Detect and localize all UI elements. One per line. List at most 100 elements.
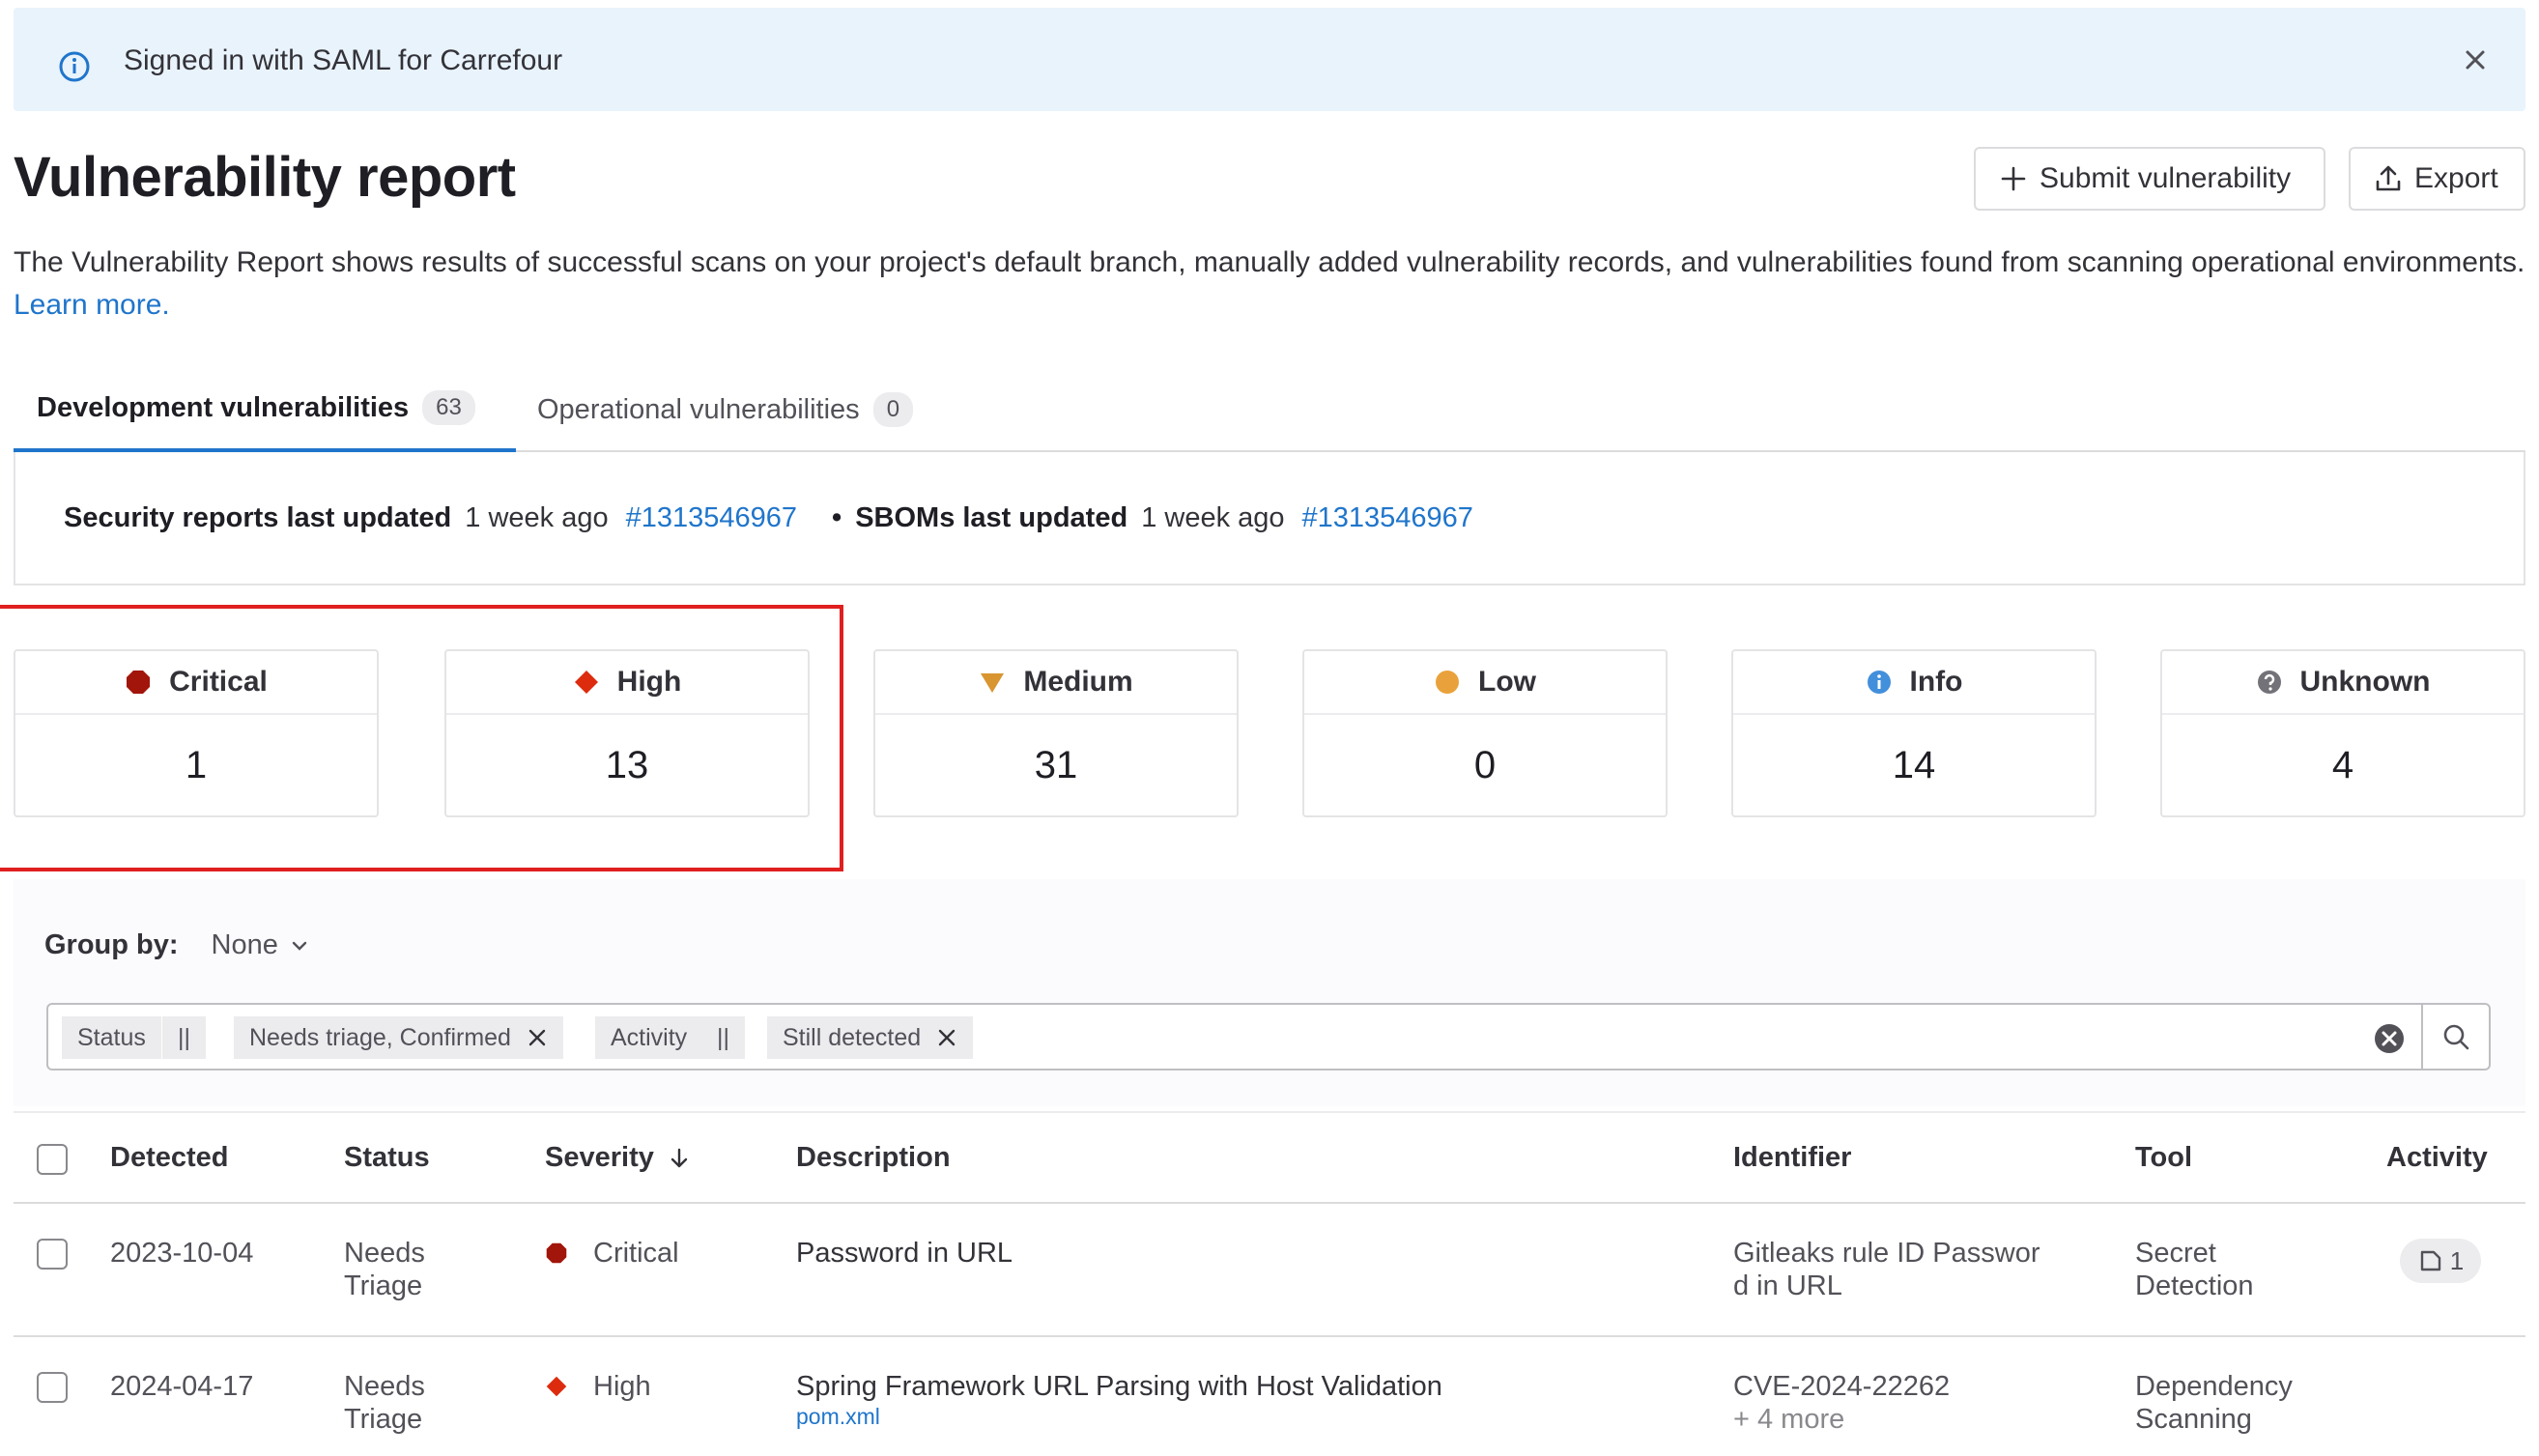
security-reports-time: 1 week ago [465, 501, 609, 533]
severity-cell: Critical [545, 1237, 679, 1270]
close-icon[interactable] [527, 1027, 548, 1048]
tool-line: Scanning [2135, 1404, 2252, 1435]
saml-banner: Signed in with SAML for Carrefour [14, 8, 2525, 111]
severity-card-info[interactable]: Info 14 [1731, 649, 2097, 817]
filter-token-status[interactable]: Status [62, 1016, 161, 1059]
filter-token-status-value[interactable]: Needs triage, Confirmed [234, 1016, 563, 1059]
vulnerability-title-link[interactable]: Password in URL [796, 1237, 1013, 1270]
plus-icon [2001, 166, 2026, 191]
column-identifier[interactable]: Identifier [1733, 1142, 1851, 1174]
file-link[interactable]: pom.xml [796, 1403, 1442, 1430]
separator-dot: • [832, 501, 842, 533]
token-text: || [178, 1023, 190, 1051]
column-severity[interactable]: Severity [545, 1142, 691, 1174]
tool-line: Detection [2135, 1270, 2254, 1301]
severity-card-low[interactable]: Low 0 [1302, 649, 1668, 817]
token-text: Needs triage, Confirmed [249, 1023, 511, 1051]
group-by-dropdown[interactable]: None [212, 929, 309, 961]
sboms-label: SBOMs last updated [855, 501, 1128, 533]
vulnerability-title-link[interactable]: Spring Framework URL Parsing with Host V… [796, 1370, 1442, 1403]
severity-label: Info [1909, 666, 1963, 698]
activity-badge[interactable]: 1 [2400, 1239, 2481, 1283]
high-icon [546, 1376, 567, 1397]
row-checkbox[interactable] [37, 1372, 68, 1403]
status-cell: Needs Triage [344, 1237, 425, 1302]
select-all-checkbox[interactable] [37, 1144, 68, 1175]
submit-vulnerability-label: Submit vulnerability [2040, 162, 2292, 194]
tool-line: Dependency [2135, 1371, 2293, 1402]
severity-card-header: Medium [875, 651, 1237, 715]
tab-development-vulnerabilities[interactable]: Development vulnerabilities 63 [14, 367, 516, 452]
issue-icon [2420, 1250, 2440, 1271]
tab-count-badge: 0 [872, 392, 914, 427]
filtered-search-bar[interactable]: Status || Needs triage, Confirmed Activi… [46, 1003, 2491, 1071]
column-severity-label: Severity [545, 1142, 654, 1173]
chevron-down-icon [292, 941, 307, 951]
detected-date: 2024-04-17 [110, 1371, 254, 1402]
identifier-more[interactable]: + 4 more [1733, 1403, 1950, 1436]
close-icon[interactable] [936, 1027, 957, 1048]
table-row[interactable]: 2024-04-17 Needs Triage High Spring Fram… [14, 1339, 2525, 1456]
search-button[interactable] [2421, 1005, 2489, 1069]
status-cell: Needs Triage [344, 1370, 425, 1436]
banner-message: Signed in with SAML for Carrefour [124, 44, 563, 76]
tab-operational-vulnerabilities[interactable]: Operational vulnerabilities 0 [537, 367, 914, 452]
group-by-value: None [211, 929, 278, 960]
low-icon [1436, 671, 1459, 694]
token-text: Activity [611, 1023, 688, 1051]
severity-text: Critical [593, 1238, 679, 1269]
identifier-cell: Gitleaks rule ID Passwor d in URL [1733, 1237, 2040, 1302]
export-button[interactable]: Export [2349, 147, 2525, 211]
sbom-pipeline-link[interactable]: #1313546967 [1302, 502, 1473, 534]
severity-card-medium[interactable]: Medium 31 [873, 649, 1239, 817]
unknown-icon [2257, 671, 2281, 694]
group-by-control: Group by: None [44, 929, 309, 961]
tab-label: Operational vulnerabilities [537, 393, 860, 425]
learn-more-link[interactable]: Learn more. [14, 289, 170, 321]
column-tool[interactable]: Tool [2135, 1142, 2192, 1174]
filter-token-activity[interactable]: Activity [595, 1016, 703, 1059]
severity-label: Unknown [2299, 666, 2431, 698]
token-text: || [717, 1023, 729, 1051]
page-description: The Vulnerability Report shows results o… [14, 242, 2525, 327]
search-icon [2443, 1024, 2469, 1050]
column-description[interactable]: Description [796, 1142, 951, 1174]
filter-area [14, 879, 2525, 1106]
token-text: Still detected [783, 1023, 922, 1051]
description-cell: Password in URL [796, 1237, 1013, 1270]
activity-count: 1 [2449, 1245, 2465, 1275]
column-detected[interactable]: Detected [110, 1142, 229, 1174]
tool-cell: Secret Detection [2135, 1237, 2254, 1302]
filter-token-operator[interactable]: || [162, 1016, 206, 1059]
column-status[interactable]: Status [344, 1142, 430, 1174]
severity-count: 31 [1034, 743, 1078, 786]
clear-search-icon[interactable] [2373, 1022, 2406, 1055]
filter-token-activity-value[interactable]: Still detected [767, 1016, 974, 1059]
table-row[interactable]: 2023-10-04 Needs Triage Critical Passwor… [14, 1206, 2525, 1337]
row-checkbox[interactable] [37, 1239, 68, 1270]
severity-card-unknown[interactable]: Unknown 4 [2160, 649, 2525, 817]
submit-vulnerability-button[interactable]: Submit vulnerability [1974, 147, 2325, 211]
detected-date: 2023-10-04 [110, 1238, 254, 1269]
tab-count-badge: 63 [422, 390, 475, 425]
highlight-box [0, 605, 843, 871]
export-label: Export [2414, 162, 2498, 194]
close-icon[interactable] [2460, 44, 2491, 75]
severity-card-header: Unknown [2162, 651, 2524, 715]
sort-down-icon [670, 1148, 688, 1167]
description-text: The Vulnerability Report shows results o… [14, 246, 2525, 278]
column-activity[interactable]: Activity [2386, 1142, 2488, 1174]
critical-icon [546, 1242, 567, 1264]
identifier-line: d in URL [1733, 1270, 1842, 1301]
severity-count: 0 [1473, 743, 1497, 786]
severity-label: Medium [1023, 666, 1133, 698]
severity-card-header: Info [1733, 651, 2095, 715]
security-pipeline-link[interactable]: #1313546967 [626, 502, 797, 534]
severity-card-header: Low [1304, 651, 1666, 715]
status-line: Triage [344, 1270, 423, 1301]
status-line: Needs [344, 1371, 425, 1402]
identifier-line: CVE-2024-22262 [1733, 1371, 1951, 1402]
identifier-line: Gitleaks rule ID Passwor [1733, 1238, 2040, 1269]
filter-token-operator[interactable]: || [701, 1016, 745, 1059]
last-updated-panel: Security reports last updated 1 week ago… [14, 452, 2525, 585]
